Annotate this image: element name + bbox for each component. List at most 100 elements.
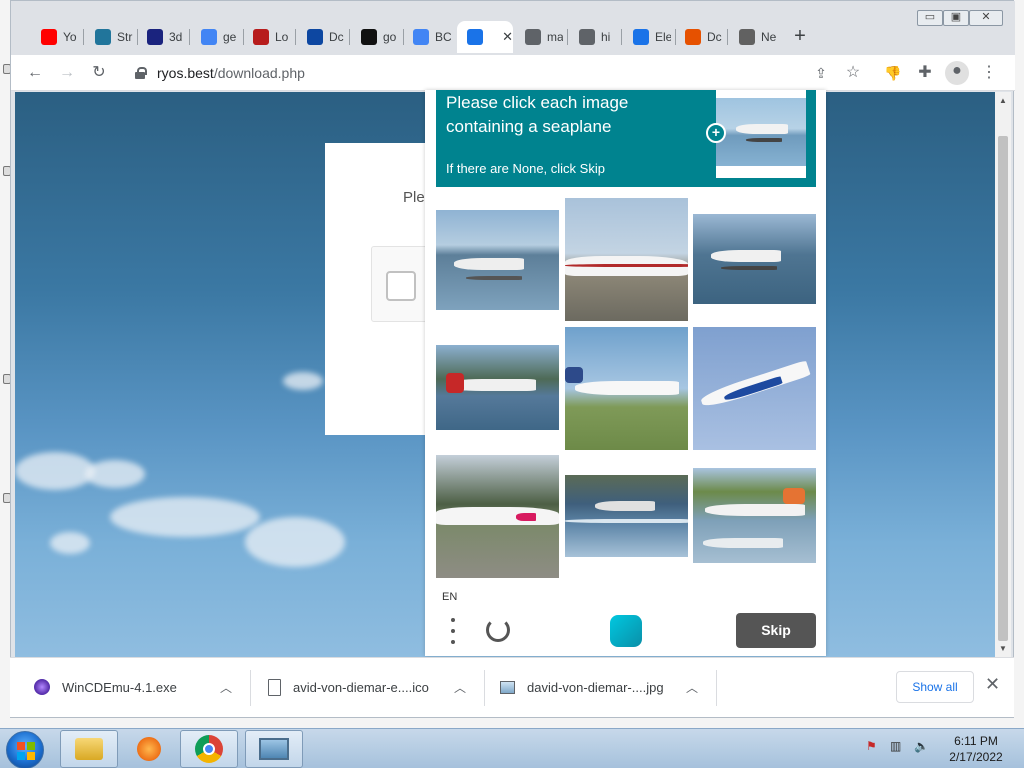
hcaptcha-challenge: Please click each image containing a sea…: [425, 90, 826, 656]
taskbar-photo-viewer[interactable]: [245, 730, 303, 768]
thumbs-down-icon: 👎: [884, 65, 902, 81]
wincdemu-icon: [34, 679, 50, 695]
start-button[interactable]: [6, 731, 44, 768]
share-icon: ⇪: [815, 65, 827, 81]
tab[interactable]: ✕: [457, 21, 513, 53]
cloud: [85, 460, 145, 488]
grey-circle-icon: [739, 29, 755, 45]
share-button[interactable]: ⇪: [811, 63, 831, 83]
scroll-down-icon[interactable]: ▼: [999, 644, 1007, 653]
tab-separator: [295, 29, 296, 45]
image-tile-2[interactable]: [565, 198, 688, 321]
profile-button[interactable]: ●: [945, 61, 969, 85]
image-tile-7[interactable]: [436, 455, 559, 578]
tab[interactable]: Dc: [675, 23, 725, 51]
more-options-icon[interactable]: [450, 618, 456, 644]
captcha-checkbox[interactable]: [386, 271, 416, 301]
system-clock[interactable]: 6:11 PM 2/17/2022: [940, 733, 1012, 765]
image-tile-1[interactable]: [436, 210, 559, 310]
big-logo-icon: [307, 29, 323, 45]
back-button[interactable]: ←: [25, 63, 45, 83]
tab-separator: [83, 29, 84, 45]
tab-title: BC: [435, 30, 451, 44]
tab[interactable]: Dc: [297, 23, 347, 51]
tab-strip: Yo Str 3d ge Lo Dc go BC ✕ ma hi Ele Dc Ne + ▭ ▣ ✕: [11, 1, 1015, 55]
card-text: Ple: [403, 189, 425, 206]
maximize-button[interactable]: ▣: [943, 10, 969, 26]
show-all-button[interactable]: Show all: [896, 671, 974, 703]
cloud: [283, 372, 323, 390]
extensions-button[interactable]: ✚: [915, 63, 935, 83]
tab[interactable]: Lo: [243, 23, 293, 51]
extension-thumbs-down-button[interactable]: 👎: [883, 63, 903, 83]
tab-separator: [621, 29, 622, 45]
download-item[interactable]: avid-von-diemar-e....ico ︿: [268, 658, 478, 716]
image-tile-5[interactable]: [565, 327, 688, 450]
image-tile-9[interactable]: [693, 468, 816, 563]
image-tile-4[interactable]: [436, 345, 559, 430]
tab[interactable]: Ele: [623, 23, 673, 51]
challenge-hint: If there are None, click Skip: [446, 161, 605, 176]
scrollbar-thumb[interactable]: [998, 136, 1008, 641]
network-icon[interactable]: ▥: [890, 739, 906, 755]
tab[interactable]: hi: [569, 23, 619, 51]
skip-button[interactable]: Skip: [736, 613, 816, 648]
volume-icon[interactable]: 🔈: [914, 739, 930, 755]
new-tab-button[interactable]: +: [789, 25, 811, 49]
puzzle-icon: ✚: [918, 64, 932, 81]
tab[interactable]: Ne: [729, 23, 779, 51]
tab[interactable]: Str: [85, 23, 135, 51]
close-tab-icon[interactable]: ✕: [502, 29, 513, 45]
photo-viewer-icon: [259, 738, 289, 760]
seaplane-example-image: [716, 98, 806, 166]
challenge-prompt: Please click each image containing a sea…: [446, 93, 629, 136]
tab-separator: [727, 29, 728, 45]
url-host: ryos.best: [157, 65, 214, 81]
page-scrollbar[interactable]: ▲ ▼: [995, 92, 1011, 657]
taskbar-media-player[interactable]: [120, 730, 178, 768]
tab-separator: [567, 29, 568, 45]
folder-icon: [75, 738, 103, 760]
globe-icon: [525, 29, 541, 45]
close-window-button[interactable]: ✕: [969, 10, 1003, 26]
download-bar: WinCDEmu-4.1.exe ︿ avid-von-diemar-e....…: [10, 657, 1014, 717]
close-download-bar-icon[interactable]: ✕: [985, 674, 1000, 695]
tab[interactable]: BC: [403, 23, 453, 51]
scroll-up-icon[interactable]: ▲: [999, 96, 1007, 105]
address-bar[interactable]: ryos.best/download.php: [123, 58, 843, 88]
google-icon: [201, 29, 217, 45]
chevron-up-icon[interactable]: ︿: [220, 679, 232, 696]
challenge-footer: Skip: [436, 608, 816, 652]
tab[interactable]: ma: [515, 23, 565, 51]
taskbar-explorer[interactable]: [60, 730, 118, 768]
taskbar-chrome[interactable]: [180, 730, 238, 768]
tab[interactable]: go: [351, 23, 401, 51]
star-icon: ☆: [845, 64, 861, 81]
tab[interactable]: ge: [191, 23, 241, 51]
tab-title: hi: [601, 30, 611, 44]
bookmark-button[interactable]: ☆: [843, 63, 863, 83]
tab-title: Yo: [63, 30, 77, 44]
language-selector[interactable]: EN: [442, 591, 457, 603]
menu-button[interactable]: ⋮: [979, 63, 999, 83]
verification-card: Ple: [325, 143, 441, 435]
chevron-up-icon[interactable]: ︿: [454, 679, 466, 696]
globe-icon: [579, 29, 595, 45]
download-item[interactable]: david-von-diemar-....jpg ︿: [500, 658, 710, 716]
download-item[interactable]: WinCDEmu-4.1.exe ︿: [34, 658, 244, 716]
forward-button[interactable]: →: [57, 63, 77, 83]
image-tile-8[interactable]: [565, 475, 688, 557]
reload-button[interactable]: ↻: [89, 63, 109, 83]
divider: [250, 670, 251, 706]
minimize-button[interactable]: ▭: [917, 10, 943, 26]
image-tile-6[interactable]: [693, 327, 816, 450]
image-file-icon: [500, 680, 515, 694]
chevron-up-icon[interactable]: ︿: [686, 679, 698, 696]
action-center-icon[interactable]: ⚑: [866, 739, 882, 755]
refresh-challenge-icon[interactable]: [486, 618, 510, 642]
tab[interactable]: 3d: [137, 23, 187, 51]
tab[interactable]: Yo: [31, 23, 81, 51]
cloud: [245, 517, 345, 567]
cloud: [110, 497, 260, 537]
image-tile-3[interactable]: [693, 214, 816, 304]
